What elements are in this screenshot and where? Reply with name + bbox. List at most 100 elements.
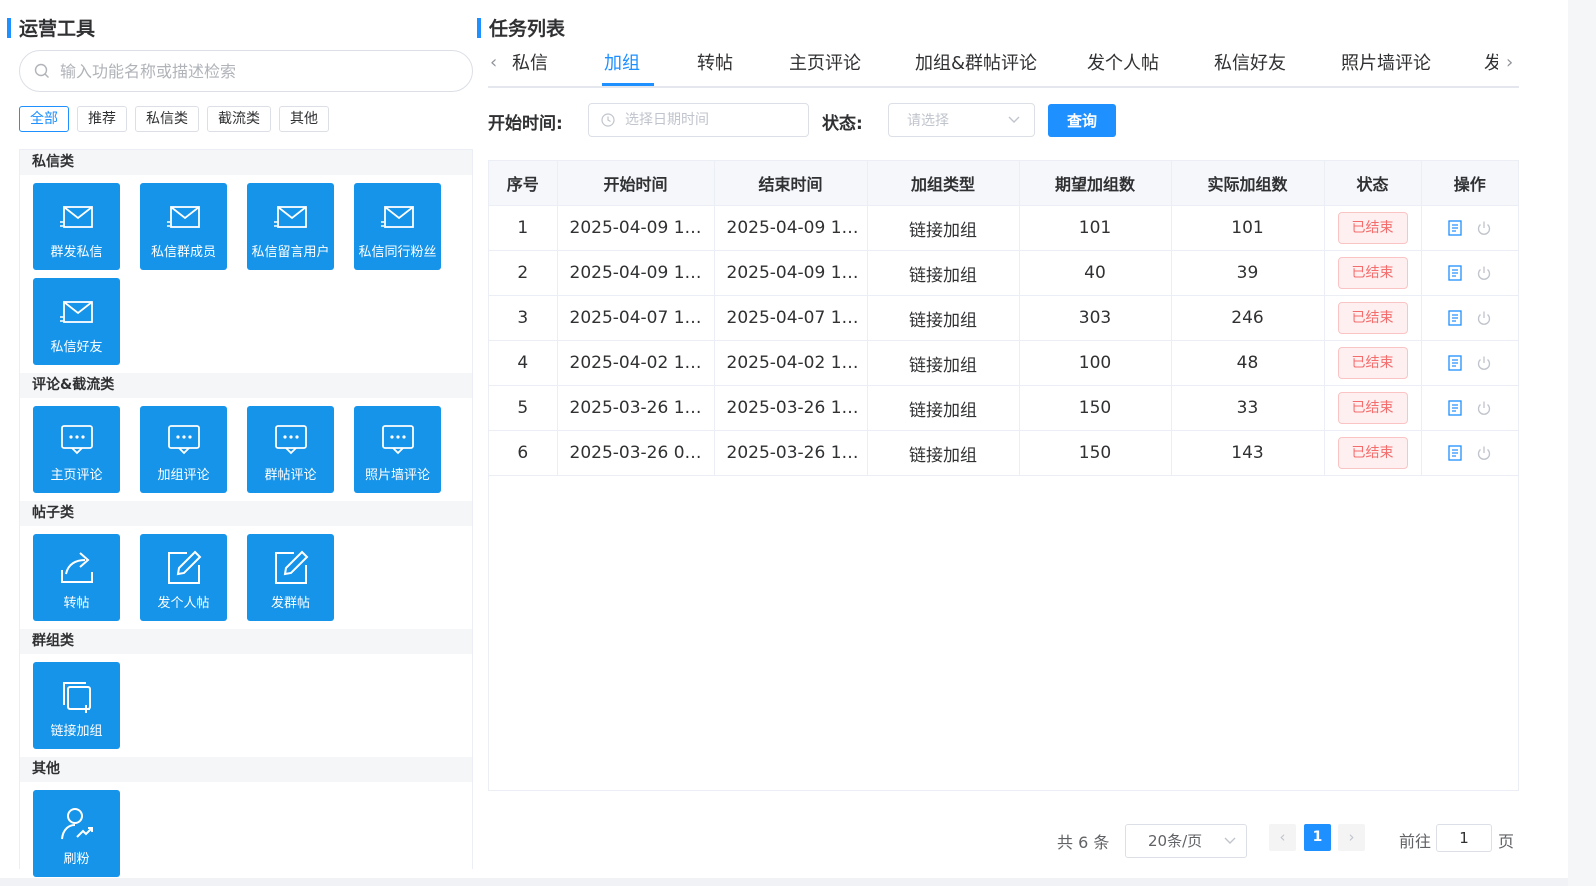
prev-page-button[interactable]: ‹ [1269,824,1296,851]
tool-mass-message[interactable]: 群发私信 [33,183,120,270]
mail-icon [273,199,309,235]
cell-join-type: 链接加组 [867,250,1020,296]
cell-actions [1421,250,1518,296]
tab-group-post-comment[interactable]: 加组&群帖评论 [915,49,1037,75]
power-icon[interactable] [1476,220,1492,236]
tab-join-group[interactable]: 加组 [604,49,640,75]
tool-repost[interactable]: 转帖 [33,534,120,621]
tabs-next-icon[interactable]: › [1506,52,1513,73]
page-size-select[interactable]: 20条/页 [1125,824,1247,858]
filter-chip-intercept[interactable]: 截流类 [207,106,271,132]
col-header-status: 状态 [1324,161,1422,206]
tab-personal-post[interactable]: 发个人帖 [1087,49,1159,75]
category-post-tools: 转帖 发个人帖 发群帖 [20,526,463,629]
power-icon[interactable] [1476,400,1492,416]
next-page-button[interactable]: › [1338,824,1365,851]
power-icon[interactable] [1476,355,1492,371]
power-icon[interactable] [1476,445,1492,461]
filter-chip-other[interactable]: 其他 [279,106,329,132]
status-badge: 已结束 [1337,437,1408,469]
col-header-join-type: 加组类型 [867,161,1020,206]
tool-search-input[interactable] [58,60,442,82]
cell-expected: 150 [1019,430,1172,476]
col-header-expected: 期望加组数 [1019,161,1172,206]
tab-homepage-comment[interactable]: 主页评论 [789,49,861,75]
filter-chip-recommend[interactable]: 推荐 [77,106,127,132]
share-icon [58,550,96,586]
page-size-value: 20条/页 [1148,832,1203,850]
date-input[interactable] [623,111,797,129]
task-title-text: 任务列表 [489,18,566,40]
cell-end-time: 2025-04-07 1… [714,295,868,341]
tab-message[interactable]: 私信 [512,49,548,75]
tool-message-commenters[interactable]: 私信留言用户 [247,183,334,270]
cell-end-time: 2025-03-26 1… [714,385,868,431]
scrollbar-track[interactable] [1568,0,1596,886]
page-number-current[interactable]: 1 [1304,824,1331,851]
start-time-label: 开始时间: [488,114,563,134]
query-button[interactable]: 查询 [1048,104,1116,137]
cell-join-type: 链接加组 [867,385,1020,431]
tool-photo-wall-comment[interactable]: 照片墙评论 [354,406,441,493]
tab-photo-wall-comment[interactable]: 照片墙评论 [1341,49,1431,75]
col-header-index: 序号 [489,161,558,206]
tabs-prev-icon[interactable]: ‹ [490,52,497,73]
cell-status: 已结束 [1324,250,1422,296]
date-picker[interactable] [588,103,809,137]
filter-chip-all[interactable]: 全部 [19,106,69,132]
view-detail-icon[interactable] [1448,310,1462,326]
tool-search[interactable] [19,50,473,92]
tool-homepage-comment[interactable]: 主页评论 [33,406,120,493]
view-detail-icon[interactable] [1448,355,1462,371]
tools-panel: 运营工具 全部 推荐 私信类 截流类 其他 私信类 群发私信 私信群成员 私信留… [0,0,482,886]
view-detail-icon[interactable] [1448,265,1462,281]
task-title: 任务列表 [477,14,565,41]
cell-actions [1421,340,1518,386]
tool-message-friends[interactable]: 私信好友 [33,278,120,365]
title-bar [477,17,481,38]
goto-page-input[interactable] [1436,824,1492,852]
cell-end-time: 2025-04-09 1… [714,205,868,251]
tool-personal-post[interactable]: 发个人帖 [140,534,227,621]
tab-message-friends[interactable]: 私信好友 [1214,49,1286,75]
tool-boost-fans[interactable]: 刷粉 [33,790,120,877]
col-header-actual: 实际加组数 [1171,161,1325,206]
cell-start-time: 2025-04-02 15… [557,340,715,386]
view-detail-icon[interactable] [1448,445,1462,461]
category-other: 其他 [20,757,472,782]
tool-categories: 私信类 群发私信 私信群成员 私信留言用户 私信同行粉丝 私信好友 评论&截流类… [19,149,473,877]
tool-label: 发群帖 [270,596,310,611]
col-header-start-time: 开始时间 [557,161,715,206]
cell-join-type: 链接加组 [867,340,1020,386]
chevron-down-icon [1224,837,1236,844]
col-header-end-time: 结束时间 [714,161,868,206]
tool-message-group-members[interactable]: 私信群成员 [140,183,227,270]
power-icon[interactable] [1476,265,1492,281]
tool-group-post[interactable]: 发群帖 [247,534,334,621]
cell-status: 已结束 [1324,340,1422,386]
cell-actual: 48 [1171,340,1325,386]
cell-start-time: 2025-03-26 09… [557,430,715,476]
power-icon[interactable] [1476,310,1492,326]
tools-title-text: 运营工具 [19,18,96,40]
cell-status: 已结束 [1324,385,1422,431]
tool-group-post-comment[interactable]: 群帖评论 [247,406,334,493]
view-detail-icon[interactable] [1448,400,1462,416]
filter-chip-message[interactable]: 私信类 [135,106,199,132]
cell-actions [1421,205,1518,251]
pagination: 共 6 条 20条/页 ‹ 1 › 前往 页 [482,824,1522,858]
cell-end-time: 2025-04-09 1… [714,250,868,296]
cell-index: 3 [489,295,558,341]
status-select[interactable]: 请选择 [888,103,1035,137]
cell-actual: 39 [1171,250,1325,296]
tab-repost[interactable]: 转帖 [697,49,733,75]
tool-join-group-comment[interactable]: 加组评论 [140,406,227,493]
cell-start-time: 2025-03-26 10… [557,385,715,431]
view-detail-icon[interactable] [1448,220,1462,236]
tool-message-peer-fans[interactable]: 私信同行粉丝 [354,183,441,270]
tool-link-join-group[interactable]: 链接加组 [33,662,120,749]
cell-join-type: 链接加组 [867,295,1020,341]
cell-join-type: 链接加组 [867,205,1020,251]
tab-truncated[interactable]: 发 [1484,49,1498,75]
cell-expected: 101 [1019,205,1172,251]
